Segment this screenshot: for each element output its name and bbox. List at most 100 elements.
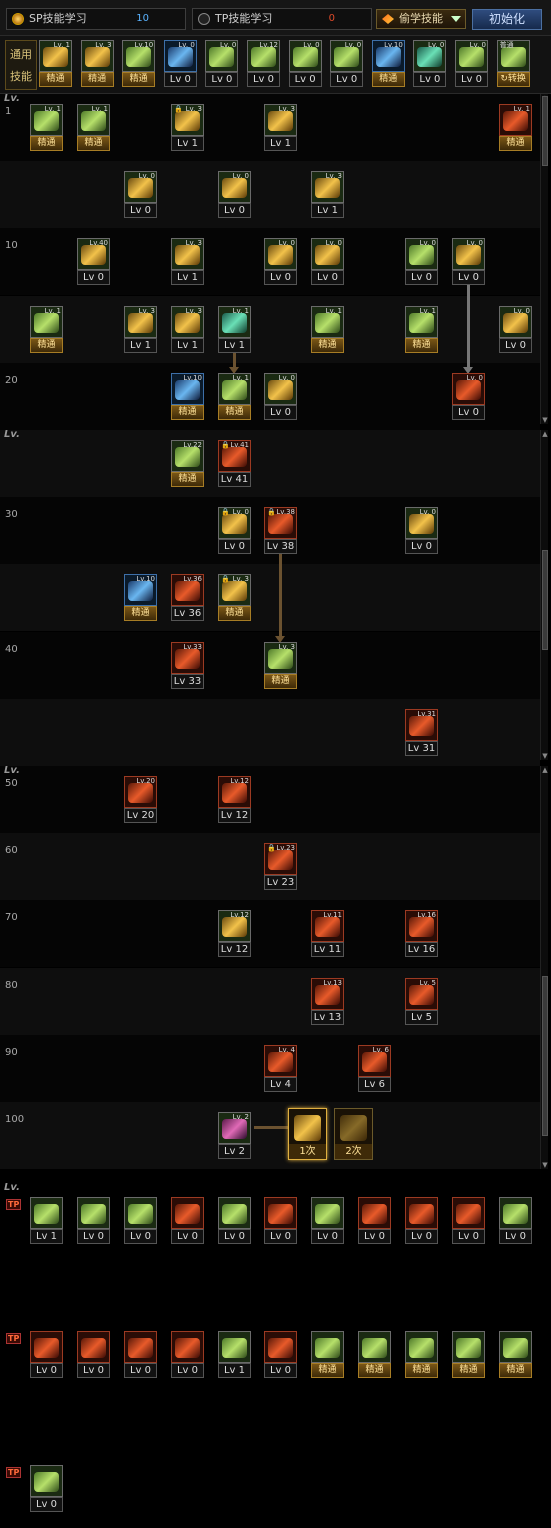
skill-icon[interactable]: Lv. 0 bbox=[163, 40, 197, 72]
skill-slot[interactable]: 精通 bbox=[452, 1331, 485, 1379]
skill-icon[interactable]: Lv. 3 🔒 bbox=[218, 574, 251, 607]
skill-icon[interactable] bbox=[171, 1331, 204, 1363]
scroll-down-icon[interactable]: ▼ bbox=[541, 416, 549, 424]
skill-slot[interactable]: Lv. 0 Lv 0 bbox=[413, 40, 447, 88]
skill-icon[interactable]: Lv.22 bbox=[171, 440, 204, 472]
skill-slot[interactable]: Lv. 3 精通 bbox=[264, 641, 297, 690]
skill-slot[interactable]: Lv 0 bbox=[171, 1197, 204, 1245]
skill-icon[interactable]: Lv. 1 bbox=[39, 40, 72, 72]
skill-icon[interactable]: Lv. 3 bbox=[171, 305, 204, 338]
skill-icon[interactable]: Lv. 0 bbox=[452, 372, 485, 405]
skill-slot[interactable]: Lv. 1 精通 bbox=[30, 305, 63, 354]
skill-icon[interactable]: Lv. 1 bbox=[311, 305, 344, 338]
skill-icon[interactable] bbox=[311, 1197, 344, 1229]
skill-icon[interactable]: Lv.12 bbox=[247, 40, 280, 72]
skill-slot[interactable]: Lv. 0 Lv 0 bbox=[499, 305, 532, 354]
skill-slot[interactable]: Lv. 3 🔒 Lv 1 bbox=[171, 104, 204, 152]
skill-slot[interactable]: Lv.12 Lv 12 bbox=[218, 776, 251, 824]
skill-slot[interactable]: Lv.33 Lv 33 bbox=[171, 641, 204, 690]
scroll-down-icon[interactable]: ▼ bbox=[541, 752, 549, 760]
skill-slot[interactable]: Lv 0 bbox=[405, 1197, 438, 1245]
skill-icon[interactable] bbox=[218, 1197, 251, 1229]
skill-icon[interactable]: Lv. 5 bbox=[405, 977, 438, 1010]
skill-icon[interactable]: Lv. 1 bbox=[30, 104, 63, 136]
skill-slot[interactable]: Lv.40 Lv 0 bbox=[77, 238, 110, 286]
skill-icon[interactable]: Lv. 0 bbox=[311, 238, 344, 271]
skill-slot[interactable]: Lv. 0 Lv 0 bbox=[264, 372, 297, 421]
skill-icon[interactable]: Lv.20 bbox=[124, 776, 157, 808]
skill-slot[interactable]: Lv.10 精通 bbox=[171, 372, 204, 421]
skill-slot[interactable]: Lv 0 bbox=[358, 1197, 391, 1245]
scroll-thumb[interactable] bbox=[542, 976, 548, 1136]
skill-icon[interactable]: Lv.31 bbox=[405, 708, 438, 741]
skill-slot[interactable]: Lv. 0 Lv 0 bbox=[330, 40, 364, 88]
skill-icon[interactable]: Lv.13 bbox=[311, 977, 344, 1010]
skill-icon[interactable]: Lv. 2 bbox=[218, 1112, 251, 1144]
skill-icon[interactable]: Lv.33 bbox=[171, 641, 204, 674]
skill-icon[interactable]: Lv. 0 bbox=[452, 238, 485, 271]
skill-slot[interactable]: Lv.36 Lv 36 bbox=[171, 574, 204, 622]
skill-slot[interactable]: Lv. 1 精通 bbox=[311, 305, 344, 354]
skill-icon[interactable]: Lv. 0 bbox=[124, 171, 157, 204]
skill-icon[interactable]: Lv.40 bbox=[77, 238, 110, 271]
skill-icon[interactable] bbox=[77, 1197, 110, 1229]
awakening-option[interactable]: 1次 bbox=[288, 1108, 327, 1160]
skill-slot[interactable]: Lv.12 Lv 12 bbox=[218, 910, 251, 958]
skill-slot[interactable]: Lv 1 bbox=[218, 1331, 251, 1379]
scrollbar[interactable]: ▲▼ bbox=[540, 430, 548, 760]
skill-slot[interactable]: Lv.12 Lv 0 bbox=[247, 40, 280, 88]
skill-slot[interactable]: Lv. 4 Lv 4 bbox=[264, 1044, 297, 1093]
skill-slot[interactable]: Lv. 3 Lv 1 bbox=[124, 305, 157, 354]
skill-slot[interactable]: Lv 0 bbox=[218, 1197, 251, 1245]
skill-icon[interactable]: Lv. 3 🔒 bbox=[171, 104, 204, 136]
skill-icon[interactable]: Lv.12 bbox=[218, 910, 251, 943]
skill-slot[interactable]: Lv 0 bbox=[30, 1331, 63, 1379]
skill-slot[interactable]: Lv. 3 Lv 1 bbox=[264, 104, 297, 152]
skill-slot[interactable]: Lv 0 bbox=[77, 1197, 110, 1245]
tab-sp-skill-learning[interactable]: SP技能学习 10 bbox=[6, 8, 186, 30]
skill-slot[interactable]: Lv. 1 精通 bbox=[77, 104, 110, 152]
skill-slot[interactable]: Lv. 1 精通 bbox=[499, 104, 532, 152]
skill-slot[interactable]: 精通 bbox=[311, 1331, 344, 1379]
skill-slot[interactable]: Lv 0 bbox=[171, 1331, 204, 1379]
skill-slot[interactable]: Lv. 0 Lv 0 bbox=[405, 507, 438, 555]
skill-slot[interactable]: Lv. 0 Lv 0 bbox=[405, 238, 438, 286]
skill-icon[interactable] bbox=[264, 1197, 297, 1229]
skill-icon[interactable] bbox=[405, 1331, 438, 1363]
skill-icon[interactable]: Lv. 1 bbox=[218, 305, 251, 338]
skill-slot[interactable]: Lv 1 bbox=[30, 1197, 63, 1245]
scrollbar[interactable]: ▲▼ bbox=[540, 94, 548, 424]
skill-icon[interactable] bbox=[405, 1197, 438, 1229]
skill-icon[interactable]: Lv. 0 bbox=[405, 507, 438, 540]
skill-icon[interactable]: Lv. 1 bbox=[499, 104, 532, 136]
skill-icon[interactable]: Lv. 3 bbox=[80, 40, 114, 72]
skill-icon[interactable] bbox=[499, 1331, 532, 1363]
skill-icon[interactable] bbox=[264, 1331, 297, 1363]
skill-icon[interactable] bbox=[30, 1331, 63, 1363]
skill-icon[interactable] bbox=[171, 1197, 204, 1229]
skill-slot[interactable]: Lv 0 bbox=[30, 1465, 63, 1513]
skill-slot[interactable]: Lv. 0 Lv 0 bbox=[311, 238, 344, 286]
skill-slot[interactable]: Lv. 5 Lv 5 bbox=[405, 977, 438, 1026]
skill-icon[interactable]: Lv. 3 bbox=[264, 104, 297, 136]
skill-slot[interactable]: Lv 0 bbox=[264, 1331, 297, 1379]
skill-slot[interactable]: Lv. 0 Lv 0 bbox=[288, 40, 322, 88]
skill-icon[interactable]: Lv.10 bbox=[371, 40, 405, 72]
skill-icon[interactable] bbox=[124, 1197, 157, 1229]
skill-slot[interactable]: Lv. 3 Lv 1 bbox=[171, 305, 204, 354]
skill-icon[interactable]: Lv.10 bbox=[122, 40, 156, 72]
skill-icon[interactable]: Lv.10 bbox=[124, 574, 157, 607]
skill-icon[interactable]: 普通 bbox=[496, 40, 530, 72]
skill-icon[interactable]: Lv. 0 bbox=[288, 40, 322, 72]
skill-icon[interactable]: Lv. 0 bbox=[330, 40, 364, 72]
skill-slot[interactable]: Lv.10 精通 bbox=[122, 40, 156, 88]
skill-icon[interactable]: Lv. 1 bbox=[30, 305, 63, 338]
skill-slot[interactable]: Lv.41 🔒 Lv 41 bbox=[218, 440, 251, 488]
tab-tp-skill-learning[interactable]: TP技能学习 0 bbox=[192, 8, 372, 30]
skill-icon[interactable] bbox=[30, 1465, 63, 1497]
skill-icon[interactable]: Lv. 4 bbox=[264, 1044, 297, 1077]
skill-icon[interactable]: Lv. 0 🔒 bbox=[218, 507, 251, 540]
skill-icon[interactable]: Lv. 0 bbox=[499, 305, 532, 338]
skill-icon[interactable] bbox=[452, 1331, 485, 1363]
skill-icon[interactable]: Lv.38 🔒 bbox=[264, 507, 297, 540]
